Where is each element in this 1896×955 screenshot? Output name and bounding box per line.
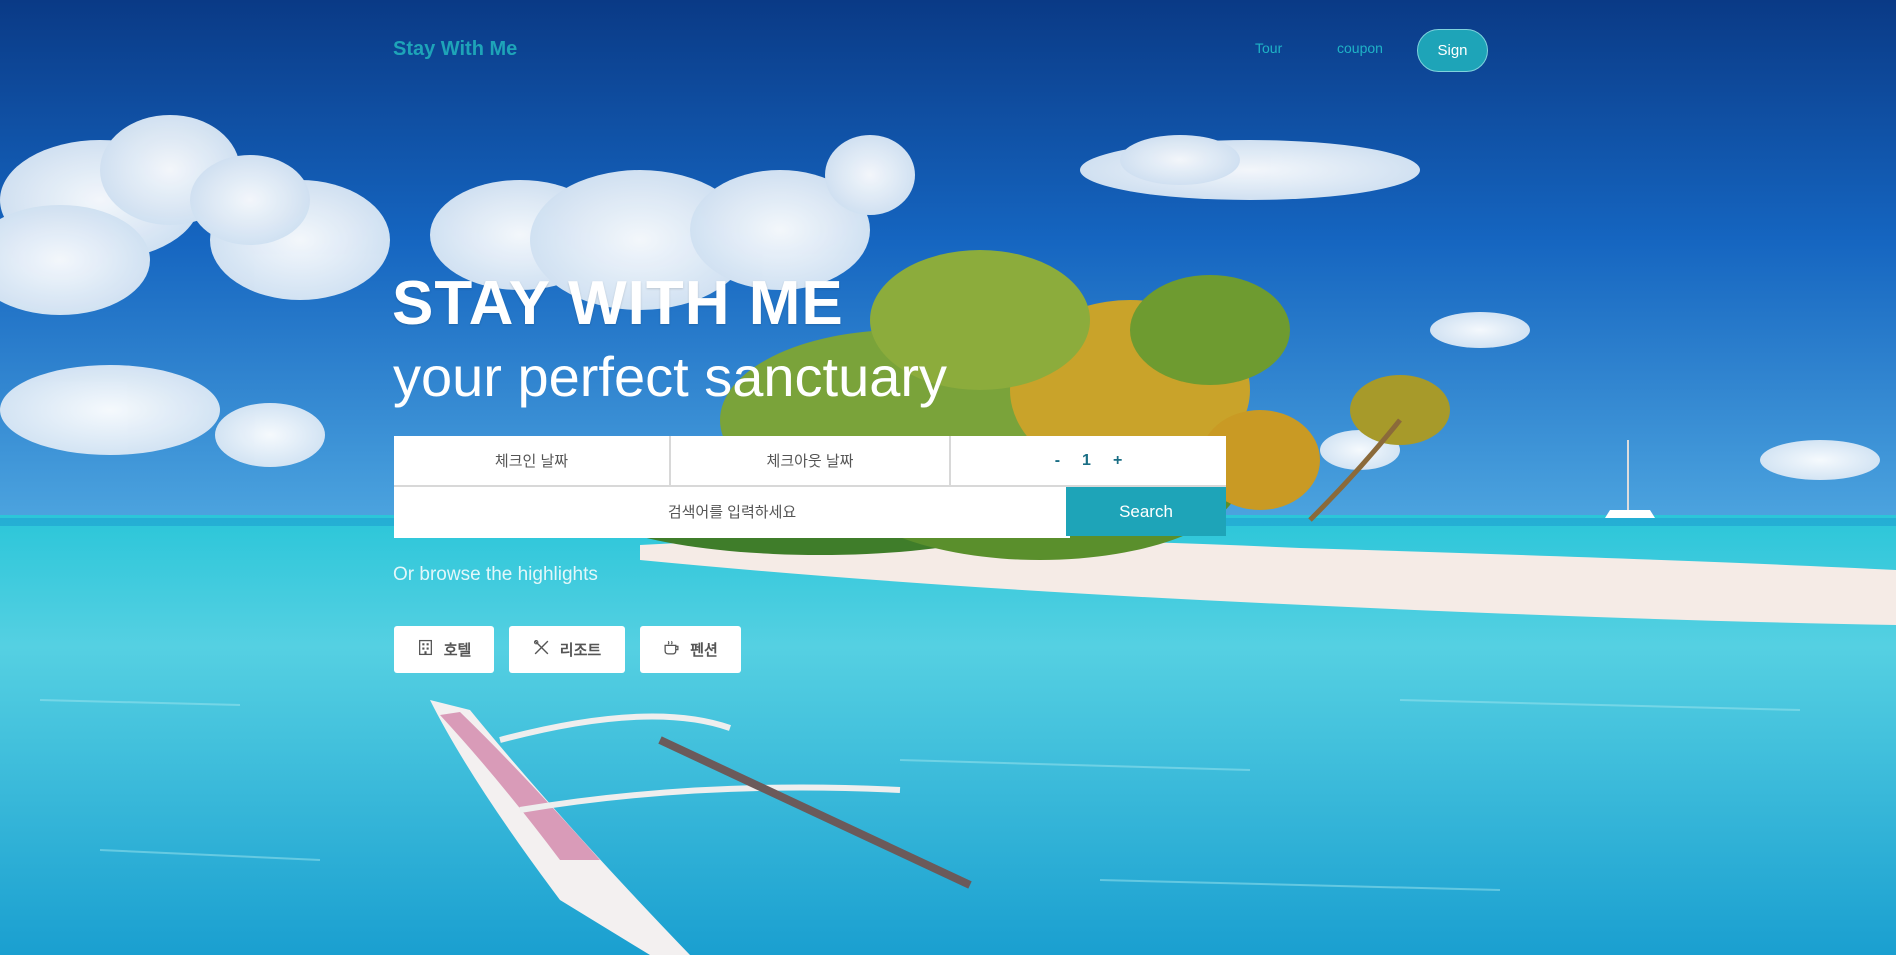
nav-link-coupon[interactable]: coupon: [1337, 40, 1383, 56]
guest-count: 1: [1082, 451, 1091, 469]
guest-increment-button[interactable]: +: [1113, 452, 1122, 470]
guest-decrement-button[interactable]: -: [1055, 452, 1060, 470]
checkout-date-field[interactable]: 체크아웃 날짜: [671, 436, 951, 485]
hero-subtitle: your perfect sanctuary: [393, 345, 948, 408]
category-label: 펜션: [690, 642, 718, 659]
search-button[interactable]: Search: [1066, 487, 1226, 536]
coffee-cup-icon: [663, 639, 680, 660]
sign-button[interactable]: Sign: [1417, 29, 1488, 72]
hero-title: STAY WITH ME: [392, 269, 844, 338]
browse-highlights-text: Or browse the highlights: [393, 564, 598, 585]
guest-stepper: - 1 +: [951, 436, 1226, 485]
utensils-icon: [533, 639, 550, 660]
search-input[interactable]: [394, 487, 1070, 538]
search-panel: 체크인 날짜 체크아웃 날짜 - 1 + Search: [394, 436, 1226, 538]
brand-logo[interactable]: Stay With Me: [393, 38, 517, 61]
category-pension-button[interactable]: 펜션: [640, 626, 741, 673]
category-resort-button[interactable]: 리조트: [509, 626, 625, 673]
category-label: 호텔: [443, 642, 472, 659]
building-icon: [417, 639, 434, 660]
checkin-date-field[interactable]: 체크인 날짜: [394, 436, 671, 485]
category-hotel-button[interactable]: 호텔: [394, 626, 494, 673]
category-label: 리조트: [559, 642, 602, 659]
nav-link-tour[interactable]: Tour: [1255, 40, 1282, 56]
